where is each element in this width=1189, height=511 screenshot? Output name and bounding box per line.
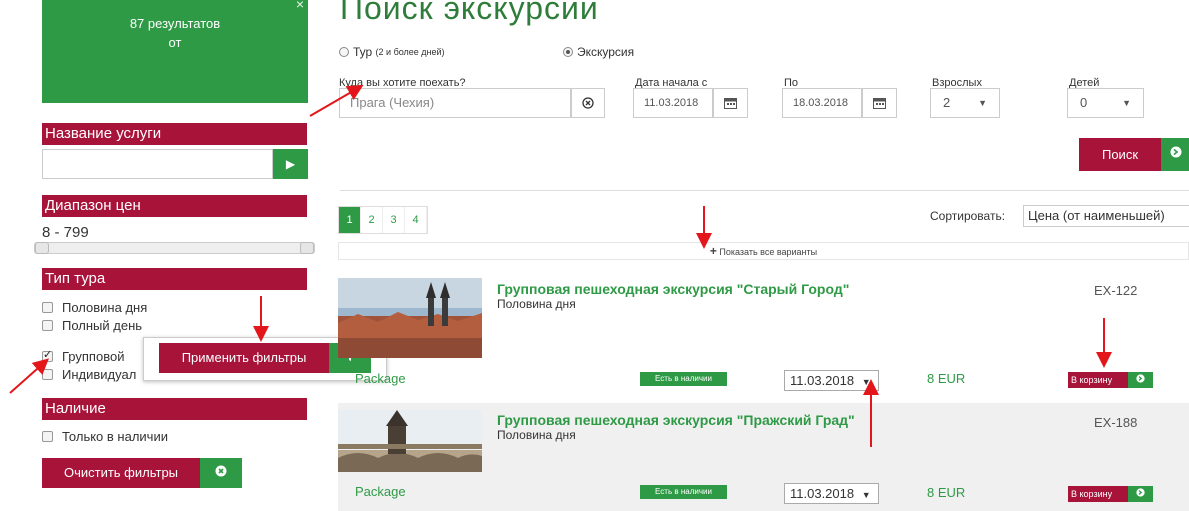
availability-option[interactable]: Только в наличии xyxy=(42,429,168,444)
show-all-label: Показать все варианты xyxy=(719,247,818,257)
pagination: 1 2 3 4 xyxy=(338,206,428,234)
close-icon[interactable]: × xyxy=(296,0,304,12)
adults-value: 2 xyxy=(943,95,951,110)
availability-badge: Есть в наличии xyxy=(640,372,727,386)
price-range-value: 8 - 799 xyxy=(42,224,89,241)
play-icon[interactable]: ▶ xyxy=(273,149,308,179)
calendar-icon[interactable] xyxy=(862,88,897,118)
checkbox[interactable] xyxy=(42,302,53,313)
children-select[interactable]: 0 ▼ xyxy=(1067,88,1144,118)
page-link[interactable]: 4 xyxy=(405,207,427,233)
sort-select[interactable]: Цена (от наименьшей) xyxy=(1023,205,1189,227)
search-button[interactable]: Поиск xyxy=(1079,138,1161,171)
radio-label: Экскурсия xyxy=(577,45,635,59)
tour-type-option[interactable]: Индивидуал xyxy=(42,367,136,382)
caret-down-icon: ▼ xyxy=(861,490,871,500)
checkbox-label: Половина дня xyxy=(62,300,148,315)
adults-select[interactable]: 2 ▼ xyxy=(930,88,1000,118)
tour-type-option[interactable]: Групповой xyxy=(42,348,125,364)
children-value: 0 xyxy=(1080,95,1088,110)
slider-max-handle[interactable] xyxy=(300,242,314,254)
caret-down-icon: ▼ xyxy=(1122,98,1131,108)
checkbox-label: Групповой xyxy=(62,349,125,364)
arrow-right-icon[interactable] xyxy=(1128,372,1153,388)
checkbox-label: Полный день xyxy=(62,318,143,333)
tour-code: EX-188 xyxy=(1094,415,1138,430)
date-value: 11.03.2018 xyxy=(790,373,855,388)
destination-input[interactable]: Прага (Чехия) xyxy=(339,88,571,118)
tour-type-option[interactable]: Полный день xyxy=(42,318,142,333)
results-summary: 87 результатов от 8.00 EUR × xyxy=(42,0,308,103)
sort-value: Цена (от наименьшей) xyxy=(1028,208,1165,223)
checkbox-checked[interactable] xyxy=(42,348,53,362)
availability-heading: Наличие xyxy=(42,398,307,420)
tour-duration: Половина дня xyxy=(497,297,576,311)
calendar-icon[interactable] xyxy=(713,88,748,118)
tour-code: EX-122 xyxy=(1094,283,1138,298)
price-range-heading: Диапазон цен xyxy=(42,195,307,217)
checkbox-label: Индивидуал xyxy=(62,367,137,382)
radio[interactable] xyxy=(339,47,349,57)
slider-min-handle[interactable] xyxy=(35,242,49,254)
page-link[interactable]: 1 xyxy=(339,207,361,233)
min-price: 8.00 EUR xyxy=(120,55,230,83)
service-name-heading: Название услуги xyxy=(42,123,307,145)
page-link[interactable]: 2 xyxy=(361,207,383,233)
tour-duration: Половина дня xyxy=(497,428,576,442)
date-value: 11.03.2018 xyxy=(790,486,855,501)
service-name-input[interactable] xyxy=(42,149,273,179)
checkbox[interactable] xyxy=(42,369,53,380)
add-to-cart-button[interactable]: В корзину xyxy=(1068,372,1128,388)
tour-thumbnail-old-town[interactable] xyxy=(338,278,482,358)
tour-title[interactable]: Групповая пешеходная экскурсия "Старый Г… xyxy=(497,281,849,297)
clear-icon[interactable] xyxy=(200,458,242,488)
sort-label: Сортировать: xyxy=(930,209,1006,223)
tour-price: 8 EUR xyxy=(927,371,966,386)
type-excursion-radio[interactable]: Экскурсия xyxy=(563,45,634,59)
results-count: 87 результатов xyxy=(129,16,221,31)
radio-selected[interactable] xyxy=(563,47,573,57)
caret-down-icon: ▼ xyxy=(861,377,871,387)
package-label: Package xyxy=(355,371,406,386)
radio-label: Тур xyxy=(353,45,373,59)
date-select[interactable]: 11.03.2018 ▼ xyxy=(784,483,879,504)
arrow-right-icon[interactable] xyxy=(1161,138,1189,171)
type-tour-radio[interactable]: Тур (2 и более дней) xyxy=(339,45,445,59)
date-select[interactable]: 11.03.2018 ▼ xyxy=(784,370,879,391)
date-from-input[interactable]: 11.03.2018 xyxy=(633,88,713,118)
divider xyxy=(340,190,1189,191)
arrow-annotation xyxy=(9,358,49,394)
arrow-right-icon[interactable] xyxy=(1128,486,1153,502)
checkbox[interactable] xyxy=(42,431,53,442)
caret-down-icon: ▼ xyxy=(978,98,987,108)
price-from-label: от xyxy=(168,35,182,50)
checkbox[interactable] xyxy=(42,320,53,331)
page-title: Поиск экскурсии xyxy=(340,0,599,26)
plus-icon: + xyxy=(709,244,717,258)
clear-destination-icon[interactable] xyxy=(571,88,605,118)
price-range-slider[interactable] xyxy=(34,242,315,254)
apply-filters-button[interactable]: Применить фильтры xyxy=(159,343,329,373)
tour-type-option[interactable]: Половина дня xyxy=(42,300,147,315)
add-to-cart-button[interactable]: В корзину xyxy=(1068,486,1128,502)
checkbox-label: Только в наличии xyxy=(62,429,168,444)
availability-badge: Есть в наличии xyxy=(640,485,727,499)
page-link[interactable]: 3 xyxy=(383,207,405,233)
tour-price: 8 EUR xyxy=(927,485,966,500)
tour-type-heading: Тип тура xyxy=(42,268,307,290)
package-label: Package xyxy=(355,484,406,499)
clear-filters-button[interactable]: Очистить фильтры xyxy=(42,458,200,488)
date-to-input[interactable]: 18.03.2018 xyxy=(782,88,862,118)
radio-note: (2 и более дней) xyxy=(375,47,445,57)
show-all-button[interactable]: + Показать все варианты xyxy=(338,242,1189,260)
tour-title[interactable]: Групповая пешеходная экскурсия "Пражский… xyxy=(497,412,855,428)
tour-thumbnail-castle[interactable] xyxy=(338,410,482,472)
